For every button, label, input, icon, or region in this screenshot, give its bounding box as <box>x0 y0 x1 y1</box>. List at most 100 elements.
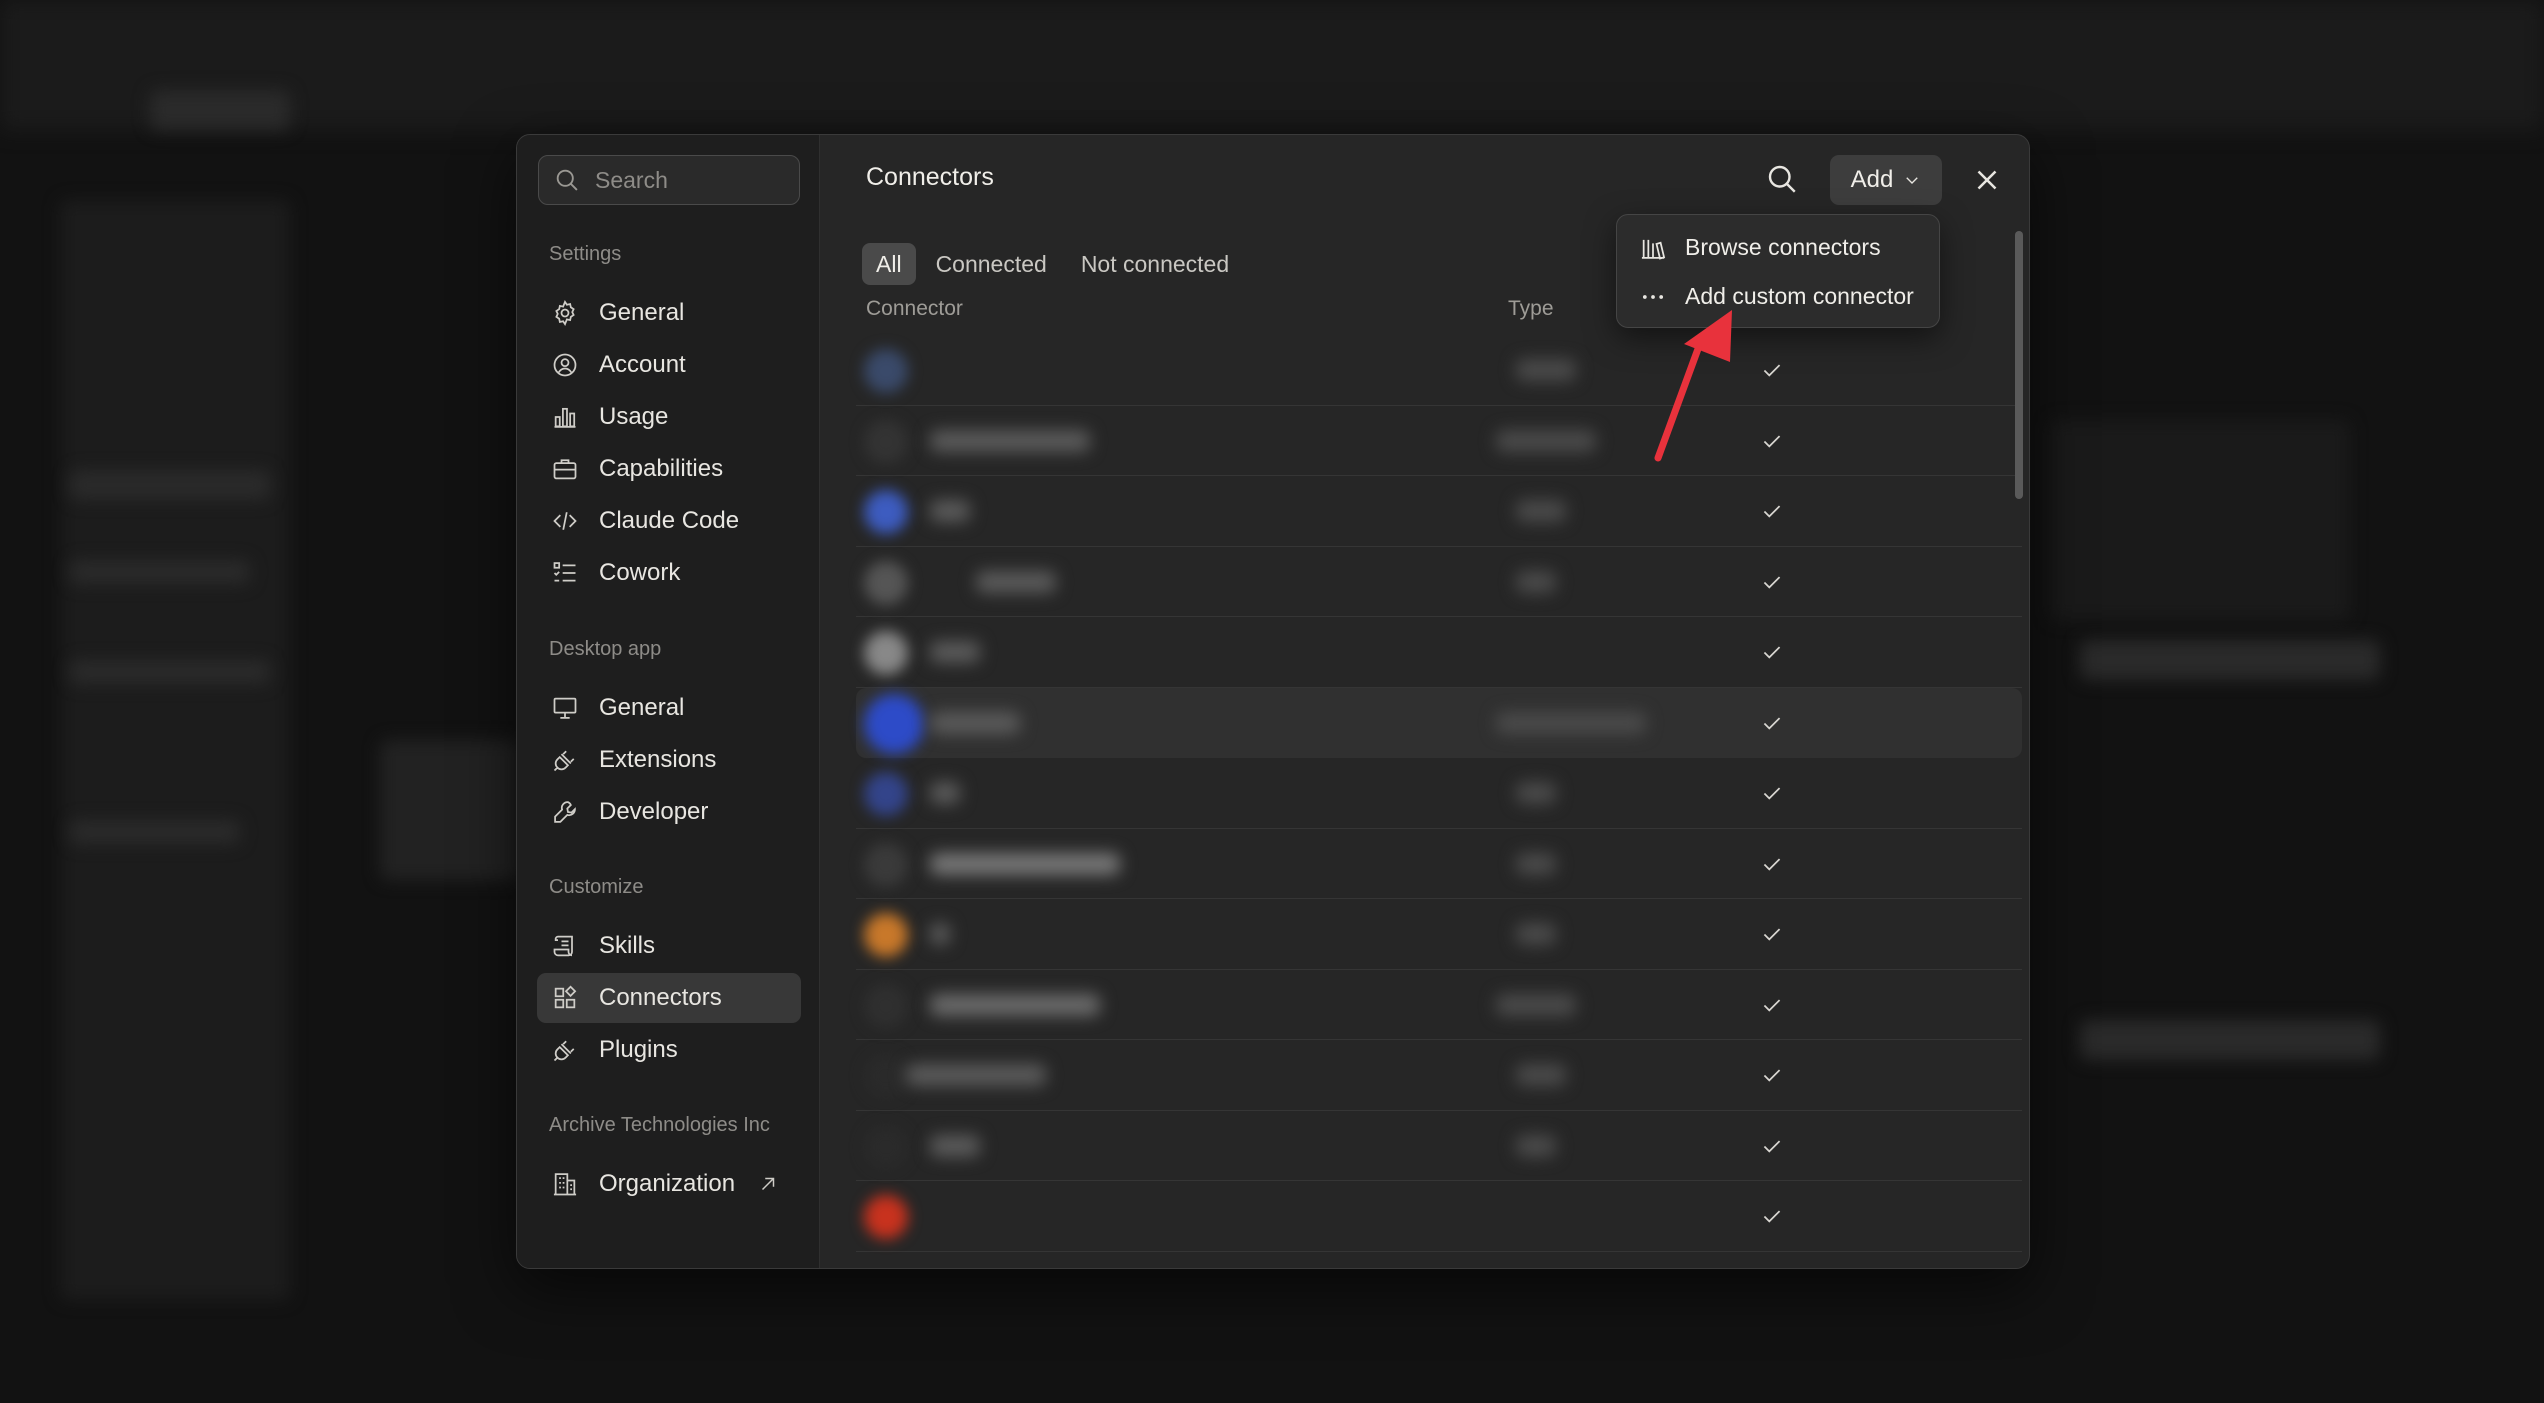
check-icon <box>1763 364 1781 377</box>
menu-item-label: Browse connectors <box>1685 234 1881 260</box>
sidebar-item-label: Connectors <box>599 984 722 1011</box>
sidebar-item-label: General <box>599 694 685 721</box>
sidebar-item-label: Organization <box>599 1170 736 1197</box>
table-row[interactable] <box>856 758 2022 829</box>
settings-sidebar: Settings General Account Usage Capabilit… <box>517 135 820 1268</box>
sidebar-item-label: Cowork <box>599 559 681 586</box>
connector-logo-blurred <box>864 842 908 887</box>
connector-name-blurred <box>930 852 1120 875</box>
filter-tabs: All Connected Not connected <box>862 243 1249 285</box>
table-row[interactable] <box>856 476 2022 547</box>
connector-logo-blurred <box>864 693 924 754</box>
table-row[interactable] <box>856 335 2022 406</box>
table-row[interactable] <box>856 1040 2022 1111</box>
connectors-icon <box>551 984 579 1012</box>
connector-logo-blurred <box>864 349 908 393</box>
close-icon[interactable] <box>1970 163 2004 197</box>
connector-name-blurred <box>930 641 980 663</box>
sidebar-item-label: Developer <box>599 798 709 825</box>
check-icon <box>1763 435 1781 448</box>
user-circle-icon <box>551 351 579 379</box>
code-icon <box>551 507 579 535</box>
sidebar-item-capabilities[interactable]: Capabilities <box>537 444 801 494</box>
connector-type-blurred <box>1516 500 1566 522</box>
connector-logo-blurred <box>864 631 908 675</box>
checklist-icon <box>551 559 579 587</box>
menu-item-browse-connectors[interactable]: Browse connectors <box>1625 223 1931 272</box>
sidebar-item-label: Account <box>599 351 686 378</box>
annotation-arrow-icon <box>1654 310 1732 462</box>
sidebar-item-extensions[interactable]: Extensions <box>537 735 801 785</box>
connector-logo-blurred <box>864 772 908 816</box>
table-row[interactable] <box>856 970 2022 1040</box>
connector-type-blurred <box>1496 711 1646 734</box>
connectors-list <box>856 335 2022 1252</box>
sidebar-item-account[interactable]: Account <box>537 340 801 390</box>
connector-logo-blurred <box>864 1195 908 1239</box>
add-button[interactable]: Add <box>1830 155 1942 205</box>
section-label-customize: Customize <box>549 876 644 898</box>
column-header-connector: Connector <box>866 297 963 320</box>
add-button-label: Add <box>1850 166 1894 193</box>
connector-logo-blurred <box>864 490 908 534</box>
sidebar-item-general[interactable]: General <box>537 288 801 338</box>
section-label-organization: Archive Technologies Inc <box>549 1114 770 1136</box>
connector-logo-blurred <box>864 913 908 957</box>
connector-name-blurred <box>930 923 950 945</box>
sidebar-item-connectors[interactable]: Connectors <box>537 973 801 1023</box>
table-row[interactable] <box>856 1181 2022 1252</box>
table-row[interactable] <box>856 829 2022 899</box>
wrench-icon <box>551 798 579 826</box>
check-icon <box>1763 576 1781 589</box>
connector-name-blurred <box>930 711 1020 734</box>
connector-type-blurred <box>1516 852 1556 875</box>
table-row-highlighted[interactable] <box>856 687 2022 758</box>
connector-type-blurred <box>1516 570 1556 593</box>
sidebar-item-claude-code[interactable]: Claude Code <box>537 496 801 546</box>
sidebar-search[interactable] <box>538 155 800 205</box>
sidebar-item-label: General <box>599 299 685 326</box>
check-icon <box>1763 1140 1781 1153</box>
scrollbar-thumb[interactable] <box>2015 231 2023 499</box>
connector-type-blurred <box>1516 1134 1556 1157</box>
sidebar-item-plugins[interactable]: Plugins <box>537 1025 801 1075</box>
section-label-desktop-app: Desktop app <box>549 638 662 660</box>
tab-connected[interactable]: Connected <box>922 243 1061 285</box>
sidebar-item-developer[interactable]: Developer <box>537 787 801 837</box>
sidebar-item-label: Plugins <box>599 1036 678 1063</box>
connector-type-blurred <box>1516 1064 1566 1086</box>
sidebar-item-skills[interactable]: Skills <box>537 921 801 971</box>
connector-logo-blurred <box>864 560 908 605</box>
search-input[interactable] <box>595 166 785 194</box>
connector-type-blurred <box>1516 923 1556 945</box>
table-row[interactable] <box>856 899 2022 970</box>
plug-icon <box>551 1036 579 1064</box>
sidebar-item-usage[interactable]: Usage <box>537 392 801 442</box>
table-row[interactable] <box>856 617 2022 688</box>
table-row[interactable] <box>856 547 2022 617</box>
connector-logo-blurred <box>864 419 908 464</box>
sidebar-item-organization[interactable]: Organization <box>537 1159 801 1209</box>
connector-name-blurred <box>930 500 970 522</box>
connector-logo-blurred <box>864 1054 908 1098</box>
sidebar-item-label: Capabilities <box>599 455 724 482</box>
sidebar-item-desktop-general[interactable]: General <box>537 683 801 733</box>
table-row[interactable] <box>856 1111 2022 1181</box>
monitor-icon <box>551 694 579 722</box>
sidebar-item-cowork[interactable]: Cowork <box>537 548 801 598</box>
connector-type-blurred <box>1516 782 1556 804</box>
tab-all[interactable]: All <box>862 243 916 285</box>
check-icon <box>1763 505 1781 518</box>
tab-not-connected[interactable]: Not connected <box>1067 243 1243 285</box>
table-row[interactable] <box>856 406 2022 476</box>
briefcase-icon <box>551 455 579 483</box>
sidebar-item-label: Claude Code <box>599 507 740 534</box>
building-icon <box>551 1170 579 1198</box>
search-icon[interactable] <box>1764 161 1800 197</box>
connector-name-blurred <box>930 429 1090 452</box>
library-icon <box>1641 239 1666 260</box>
section-label-settings: Settings <box>549 243 622 265</box>
check-icon <box>1763 1210 1781 1223</box>
connector-type-blurred <box>1496 429 1596 452</box>
chevron-down-icon <box>1906 177 1919 184</box>
